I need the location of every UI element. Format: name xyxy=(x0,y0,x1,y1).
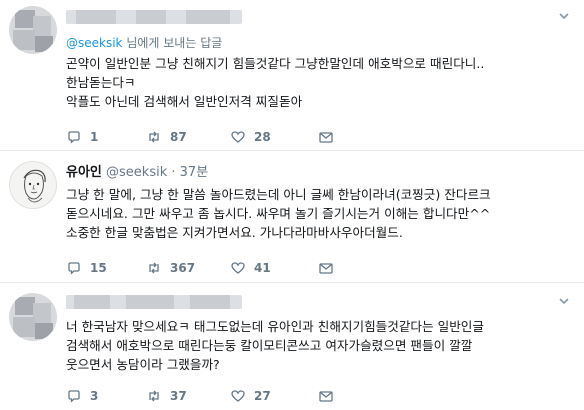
like-button[interactable]: 28 xyxy=(230,128,271,146)
retweet-count: 37 xyxy=(170,389,187,403)
retweet-icon xyxy=(146,388,162,404)
like-count: 27 xyxy=(254,389,271,403)
reply-icon xyxy=(66,129,82,145)
tweet-3[interactable]: 너 한국남자 맞으세요ㅋ 태그도없는데 유아인과 친해지기힘들것같다는 일반인글… xyxy=(0,283,584,410)
retweet-button[interactable]: 87 xyxy=(146,128,187,146)
chevron-down-icon[interactable] xyxy=(558,295,570,307)
timestamp[interactable]: · 37분 xyxy=(171,165,208,180)
reply-button[interactable]: 3 xyxy=(66,387,98,405)
retweet-button[interactable]: 37 xyxy=(146,387,187,405)
message-button[interactable] xyxy=(318,128,334,146)
like-count: 41 xyxy=(254,261,271,275)
author-display-name[interactable]: 유아인 xyxy=(66,165,102,180)
heart-icon xyxy=(230,388,246,404)
avatar-blurred[interactable] xyxy=(9,293,57,341)
tweet-2[interactable]: 유아인 @seeksik · 37분 그냥 한 말에, 그냥 한 말씀 놀아드렸… xyxy=(0,151,584,281)
reply-count: 1 xyxy=(90,130,99,144)
like-count: 28 xyxy=(254,130,271,144)
reply-context: @seeksik 님에게 보내는 답글 xyxy=(66,34,222,51)
retweet-count: 87 xyxy=(170,130,187,144)
chevron-down-icon[interactable] xyxy=(558,10,570,22)
avatar-yooahin[interactable] xyxy=(9,161,57,209)
author-handle[interactable]: @seeksik xyxy=(106,165,167,180)
tweet-1[interactable]: @seeksik 님에게 보내는 답글 곤약이 일반인분 그냥 친해지기 힘들것… xyxy=(0,0,584,144)
tweet-text: 너 한국남자 맞으세요ㅋ 태그도없는데 유아인과 친해지기힘들것같다는 일반인글… xyxy=(66,319,484,372)
reply-button[interactable]: 15 xyxy=(66,259,107,277)
heart-icon xyxy=(230,129,246,145)
like-button[interactable]: 41 xyxy=(230,259,271,277)
avatar-blurred[interactable] xyxy=(9,6,57,54)
author-line: 유아인 @seeksik · 37분 xyxy=(66,165,208,181)
reply-to-handle[interactable]: @seeksik xyxy=(66,36,123,50)
reply-to-suffix: 님에게 보내는 답글 xyxy=(122,36,223,50)
retweet-count: 367 xyxy=(170,261,196,275)
heart-icon xyxy=(230,260,246,276)
tweet-text: 곤약이 일반인분 그냥 친해지기 힘들것같다 그냥한말인데 애호박으로 때린다니… xyxy=(66,56,485,109)
retweet-button[interactable]: 367 xyxy=(146,259,195,277)
reply-icon xyxy=(66,260,82,276)
message-button[interactable] xyxy=(318,387,334,405)
author-name-redacted xyxy=(66,10,242,24)
tweet-text: 그냥 한 말에, 그냥 한 말씀 놀아드렸는데 아니 글쎄 한남이라녀(코찡긋)… xyxy=(66,187,491,240)
reply-count: 3 xyxy=(90,389,99,403)
retweet-icon xyxy=(146,129,162,145)
reply-button[interactable]: 1 xyxy=(66,128,98,146)
reply-count: 15 xyxy=(90,261,107,275)
reply-icon xyxy=(66,388,82,404)
retweet-icon xyxy=(146,260,162,276)
author-name-redacted xyxy=(66,295,242,309)
envelope-icon xyxy=(318,260,334,276)
envelope-icon xyxy=(318,388,334,404)
message-button[interactable] xyxy=(318,259,334,277)
envelope-icon xyxy=(318,129,334,145)
like-button[interactable]: 27 xyxy=(230,387,271,405)
